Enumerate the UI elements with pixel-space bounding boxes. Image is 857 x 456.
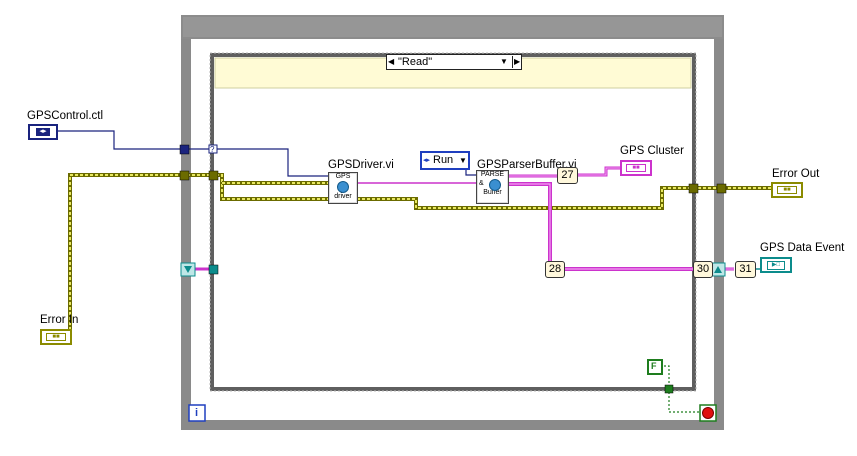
gpsdriver-icon-bottom: driver: [334, 193, 352, 200]
gpsdriver-icon-top: GPS: [335, 173, 351, 180]
false-constant-value: F: [651, 361, 657, 371]
case-next-arrow-icon[interactable]: ▶: [512, 56, 520, 68]
while-loop-top-shade: [183, 17, 722, 37]
case-tunnel-event: [208, 264, 219, 275]
loop-tunnel-refnum: [179, 144, 190, 155]
iteration-terminal-label: i: [195, 407, 199, 419]
case-selector-question-mark: ?: [210, 145, 215, 154]
stop-tunnel: [664, 384, 674, 394]
index-27[interactable]: 27: [557, 167, 578, 184]
error-in-label: Error In: [40, 314, 79, 326]
satellite-icon-2: [489, 179, 501, 191]
loop-tunnel-error-in: [179, 170, 190, 181]
error-in-terminal[interactable]: ■■: [40, 329, 72, 345]
gpsparser-amp: &: [479, 180, 484, 187]
case-structure-inner: [214, 57, 692, 387]
case-selector[interactable]: ◀ "Read" ▼ ▶: [386, 54, 522, 70]
loop-tunnel-error-out: [716, 183, 727, 194]
gpsparser-vi[interactable]: PARSE & Buffer: [476, 170, 509, 204]
error-out-label: Error Out: [772, 168, 820, 180]
case-tunnel-error-out: [688, 183, 699, 194]
gps-cluster-label: GPS Cluster: [620, 145, 684, 157]
case-tunnel-error: [208, 170, 219, 181]
gpsparser-icon-top: PARSE: [480, 171, 505, 178]
gpscontrol-ring-icon: ◂▸: [36, 128, 50, 136]
case-selector-value: "Read": [398, 56, 433, 68]
run-enum-value: Run: [433, 154, 454, 166]
error-in-cluster-icon: ■■: [46, 333, 66, 341]
case-dropdown-icon[interactable]: ▼: [500, 55, 508, 69]
error-out-terminal[interactable]: ■■: [771, 182, 803, 198]
index-30[interactable]: 30: [693, 261, 713, 278]
satellite-icon: [337, 181, 349, 193]
gps-cluster-icon: ■■: [626, 164, 646, 172]
run-enum-constant[interactable]: ◂▸ Run ▼: [420, 151, 470, 170]
gps-data-event-terminal[interactable]: ▶□: [760, 257, 792, 273]
error-out-cluster-icon: ■■: [777, 186, 797, 194]
event-refnum-icon: ▶□: [767, 261, 785, 270]
enum-dropdown-icon[interactable]: ▼: [459, 153, 467, 168]
case-prev-arrow-icon[interactable]: ◀: [388, 56, 394, 68]
false-constant[interactable]: F: [647, 359, 663, 375]
gpsdriver-title: GPSDriver.vi: [328, 159, 394, 171]
index-31[interactable]: 31: [735, 261, 756, 278]
enum-arrows-icon: ◂▸: [423, 157, 431, 164]
gps-cluster-terminal[interactable]: ■■: [620, 160, 652, 176]
gpsdriver-vi[interactable]: GPS driver: [328, 172, 358, 204]
gps-data-event-label: GPS Data Event: [760, 242, 845, 254]
gpsparser-icon-mid: &: [477, 179, 508, 191]
stop-sign-icon: [702, 407, 714, 419]
gpscontrol-terminal[interactable]: ◂▸: [28, 124, 58, 140]
index-28[interactable]: 28: [545, 261, 565, 278]
gpscontrol-label: GPSControl.ctl: [27, 110, 104, 122]
